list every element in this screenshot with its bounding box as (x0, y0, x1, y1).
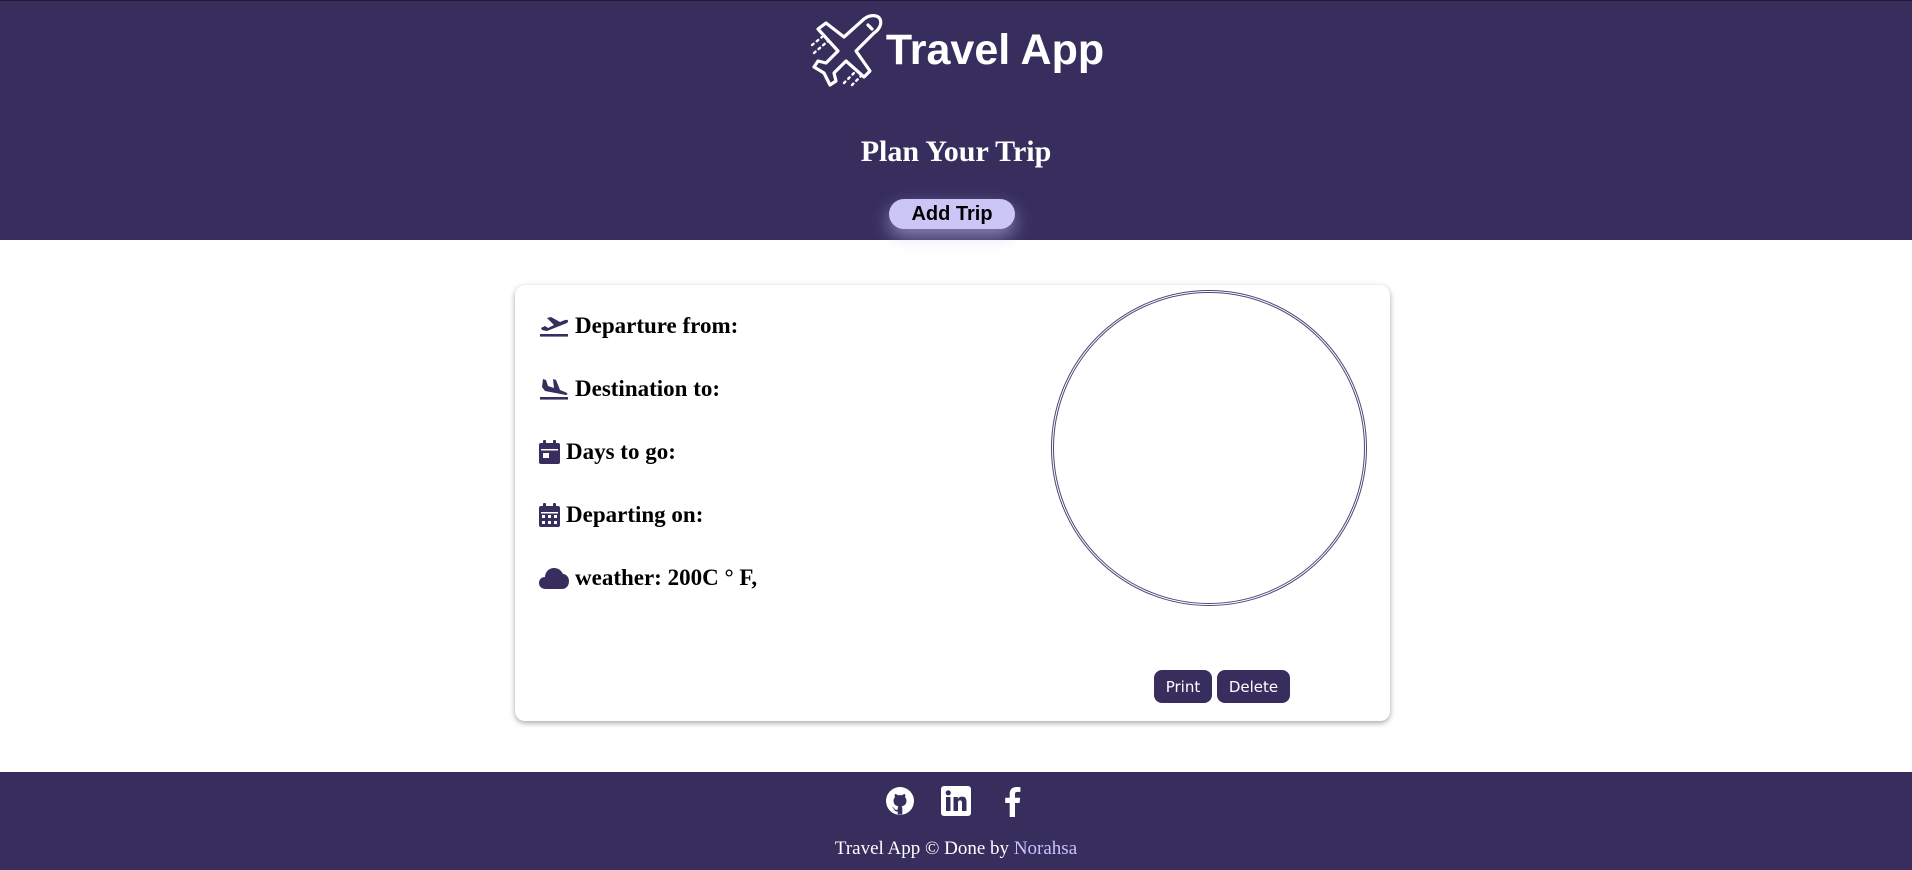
trip-row-destination: Destination to: (539, 376, 720, 402)
trip-row-departure: Departure from: (539, 313, 738, 339)
trip-row-weather: weather: 200C ° F, (539, 565, 757, 591)
facebook-icon[interactable] (995, 784, 1029, 818)
trip-row-days: Days to go: (539, 439, 676, 465)
trip-row-departing-on: Departing on: (539, 502, 703, 528)
trip-row-label: Days to go: (566, 439, 676, 464)
credit-text: Travel App © Done by (834, 838, 1014, 859)
social-links (0, 784, 1912, 818)
print-button[interactable]: Print (1154, 670, 1212, 703)
trip-row-label: Destination to: (575, 376, 721, 401)
app-title: Travel App (885, 25, 1105, 74)
trip-row-label: Departure from: (575, 313, 739, 338)
github-icon[interactable] (883, 784, 917, 818)
cloud-icon (539, 567, 569, 589)
plane-arrival-icon (539, 377, 569, 401)
delete-button[interactable]: Delete (1217, 670, 1290, 703)
linkedin-icon[interactable] (939, 784, 973, 818)
footer-credit: Travel App © Done by Norahsa (0, 838, 1912, 860)
page-title: Plan Your Trip (860, 135, 1052, 168)
calendar-day-icon (539, 440, 560, 464)
calendar-icon (539, 503, 560, 527)
site-footer: Travel App © Done by Norahsa (0, 772, 1912, 870)
airplane-logo-icon (810, 14, 883, 87)
trip-row-label: weather: 200C ° F, (575, 565, 758, 590)
add-trip-button[interactable]: Add Trip (889, 199, 1015, 229)
trip-row-label: Departing on: (566, 502, 704, 527)
site-header: Travel App Plan Your Trip Add Trip (0, 0, 1912, 240)
trip-card: Departure from: Destination to: Days to … (515, 285, 1390, 721)
destination-image-frame (1051, 290, 1367, 606)
plane-departure-icon (539, 314, 569, 338)
brand: Travel App (0, 11, 1912, 89)
author-link[interactable]: Norahsa (1014, 838, 1077, 859)
